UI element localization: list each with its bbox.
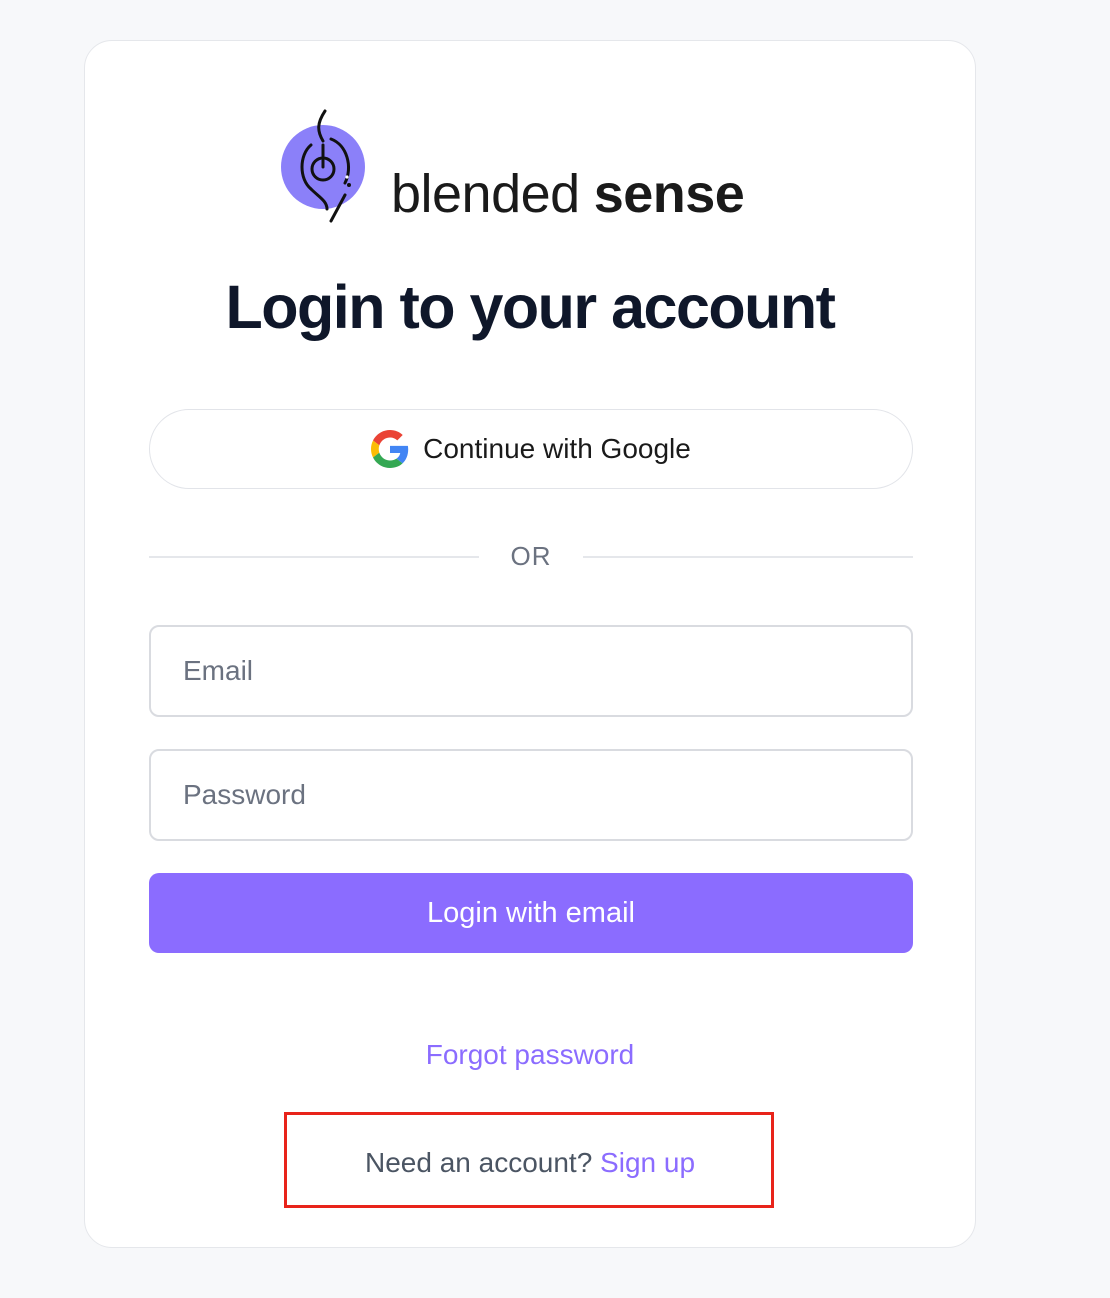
- continue-with-google-button[interactable]: Continue with Google: [149, 409, 913, 489]
- brand-name-light: blended: [391, 164, 580, 224]
- annotation-highlight-box: [284, 1112, 774, 1208]
- google-icon: [371, 430, 409, 468]
- forgot-password-link[interactable]: Forgot password: [85, 1039, 975, 1071]
- login-card: blended sense Login to your account Conti…: [84, 40, 976, 1248]
- divider-line-right: [583, 556, 913, 558]
- brand-name: blended sense: [391, 164, 745, 224]
- brand-name-bold: sense: [593, 164, 745, 224]
- login-with-email-button[interactable]: Login with email: [149, 873, 913, 953]
- email-field[interactable]: [149, 625, 913, 717]
- or-divider: OR: [149, 537, 913, 577]
- page-title: Login to your account: [225, 273, 836, 341]
- blended-sense-logo-icon: [281, 109, 365, 223]
- continue-with-google-label: Continue with Google: [423, 433, 691, 464]
- password-field[interactable]: [149, 749, 913, 841]
- brand-logo: blended sense: [281, 109, 801, 225]
